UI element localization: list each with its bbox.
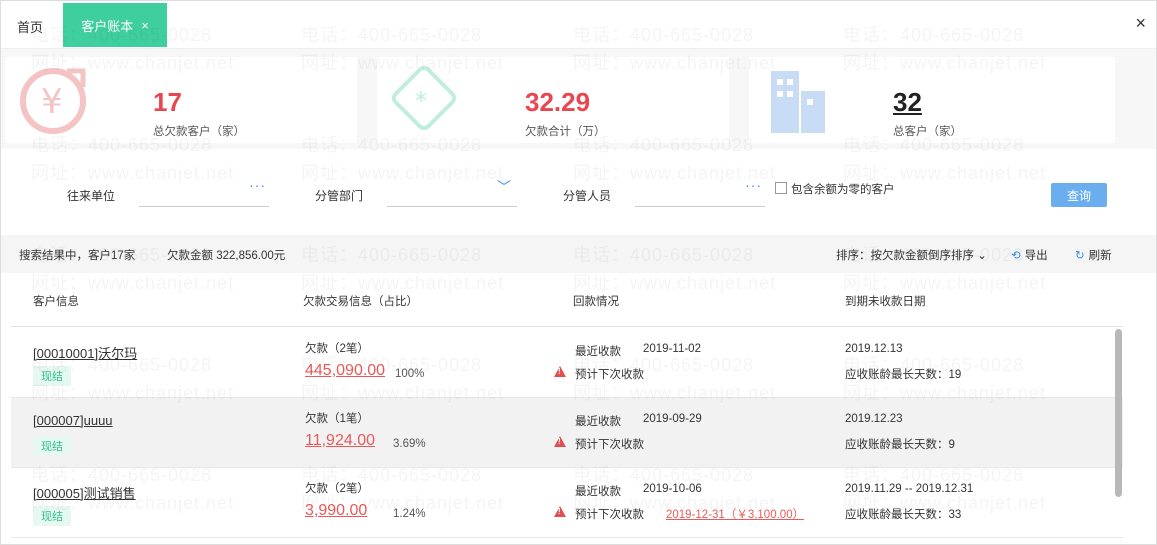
- summary-card-debt-customers: ¥ 17 总欠款客户（家）: [5, 57, 357, 143]
- refresh-button[interactable]: ↻ 刷新: [1075, 247, 1112, 263]
- due-date: 2019.11.29 -- 2019.12.31: [845, 483, 974, 495]
- chevron-down-icon[interactable]: ﹀: [497, 177, 511, 197]
- table-row[interactable]: [000007]uuuu 现结 欠款（1笔） 11,924.00 3.69% 最…: [11, 398, 1123, 468]
- recent-payment-label: 最近收款: [575, 416, 621, 428]
- summary-card-debt-total: * 32.29 欠款合计（万）: [377, 57, 729, 143]
- summary-value: 17: [153, 87, 182, 117]
- status-badge: 现结: [33, 436, 71, 456]
- due-date: 2019.12.23: [845, 413, 903, 425]
- sort-dropdown[interactable]: 排序：按欠款金额倒序排序 ⌄: [836, 247, 987, 263]
- summary-area: ¥ 17 总欠款客户（家） * 32.29 欠款合计（万） 32 总客户（家）: [1, 49, 1156, 149]
- table-row[interactable]: [000005]测试销售 现结 欠款（2笔） 3,990.00 1.24% 最近…: [11, 468, 1123, 538]
- summary-label: 总欠款客户（家）: [153, 126, 245, 138]
- column-header: 回款情况: [573, 296, 619, 308]
- unit-picker-icon[interactable]: ···: [249, 177, 266, 193]
- due-days: 应收账龄最长天数：19: [845, 369, 962, 381]
- summary-label: 总客户（家）: [893, 126, 962, 138]
- window-close-icon[interactable]: ×: [1135, 13, 1146, 34]
- due-days: 应收账龄最长天数：33: [845, 509, 962, 521]
- ticket-icon: *: [391, 65, 457, 131]
- warning-icon: [554, 436, 566, 447]
- debt-title: 欠款（2笔）: [305, 483, 369, 495]
- tab-label: 客户账本: [81, 18, 134, 34]
- export-button[interactable]: ⟲ 导出: [1011, 247, 1048, 263]
- debt-title: 欠款（1笔）: [305, 413, 369, 425]
- summary-value: 32.29: [525, 87, 591, 117]
- recent-payment-label: 最近收款: [575, 486, 621, 498]
- warning-icon: [554, 366, 566, 377]
- tab-close-icon[interactable]: ×: [141, 18, 149, 33]
- column-header: 到期未收款日期: [845, 296, 926, 308]
- yuan-arrow-icon: ¥: [20, 68, 86, 134]
- table-header: 客户信息 欠款交易信息（占比） 回款情况 到期未收款日期: [11, 273, 1123, 327]
- debt-amount-link[interactable]: 11,924.00: [305, 432, 375, 450]
- export-icon: ⟲: [1011, 250, 1021, 262]
- sort-label: 排序：按欠款金额倒序排序: [836, 250, 974, 262]
- export-label: 导出: [1024, 250, 1048, 262]
- summary-card-total-customers: 32 总客户（家）: [749, 57, 1115, 143]
- recent-payment-date: 2019-09-29: [643, 413, 702, 425]
- debt-percent: 1.24%: [393, 508, 426, 520]
- table-scrollbar[interactable]: [1115, 329, 1122, 497]
- summary-label: 欠款合计（万）: [525, 126, 606, 138]
- include-zero-checkbox[interactable]: [775, 182, 787, 194]
- refresh-label: 刷新: [1088, 250, 1112, 262]
- results-amount: 欠款金额 322,856.00元: [167, 250, 286, 262]
- dept-label: 分管部门: [315, 189, 364, 203]
- debt-amount-link[interactable]: 3,990.00: [305, 502, 367, 520]
- tab-customer-ledger[interactable]: 客户账本 ×: [63, 3, 167, 47]
- include-zero-label: 包含余额为零的客户: [791, 184, 895, 196]
- chevron-down-icon: ⌄: [977, 250, 987, 262]
- filter-area: 往来单位 ··· 分管部门 ﹀ 分管人员 ··· 包含余额为零的客户 查询: [1, 149, 1156, 235]
- svg-text:¥: ¥: [41, 82, 63, 122]
- staff-label: 分管人员: [563, 189, 612, 203]
- next-payment-value[interactable]: 2019-12-31（￥3,100.00）: [666, 506, 804, 522]
- results-summary: 搜索结果中，客户17家: [19, 250, 136, 262]
- table-row[interactable]: [00010001]沃尔玛 现结 欠款（2笔） 445,090.00 100% …: [11, 328, 1123, 398]
- tab-bar: 首页 客户账本 × ×: [1, 1, 1156, 49]
- due-days: 应收账龄最长天数：9: [845, 439, 955, 451]
- column-header: 欠款交易信息（占比）: [303, 296, 418, 308]
- recent-payment-label: 最近收款: [575, 346, 621, 358]
- svg-text:*: *: [415, 87, 427, 115]
- search-button[interactable]: 查询: [1051, 183, 1107, 207]
- recent-payment-date: 2019-10-06: [643, 483, 702, 495]
- next-payment-label: 预计下次收款: [575, 439, 644, 451]
- staff-picker-icon[interactable]: ···: [745, 177, 762, 193]
- customer-ledger-window: 首页 客户账本 × × ¥ 17 总欠款客户（家） * 32.29 欠款合计（万…: [0, 0, 1157, 545]
- refresh-icon: ↻: [1075, 250, 1085, 262]
- status-badge: 现结: [33, 366, 71, 386]
- debt-amount-link[interactable]: 445,090.00: [305, 362, 385, 380]
- tab-home[interactable]: 首页: [17, 17, 43, 36]
- next-payment-label: 预计下次收款: [575, 369, 644, 381]
- customer-name-link[interactable]: [000005]测试销售: [33, 483, 136, 502]
- debt-title: 欠款（2笔）: [305, 343, 369, 355]
- due-date: 2019.12.13: [845, 343, 903, 355]
- status-badge: 现结: [33, 506, 71, 526]
- unit-label: 往来单位: [67, 189, 116, 203]
- building-icon: [771, 71, 825, 133]
- results-bar: 搜索结果中，客户17家 欠款金额 322,856.00元 排序：按欠款金额倒序排…: [1, 235, 1156, 273]
- customer-name-link[interactable]: [000007]uuuu: [33, 413, 113, 428]
- warning-icon: [554, 506, 566, 517]
- customer-name-link[interactable]: [00010001]沃尔玛: [33, 343, 137, 362]
- debt-percent: 100%: [395, 368, 425, 380]
- column-header: 客户信息: [33, 296, 79, 308]
- recent-payment-date: 2019-11-02: [643, 343, 701, 355]
- next-payment-label: 预计下次收款: [575, 509, 644, 521]
- debt-percent: 3.69%: [393, 438, 426, 450]
- summary-value[interactable]: 32: [893, 87, 922, 118]
